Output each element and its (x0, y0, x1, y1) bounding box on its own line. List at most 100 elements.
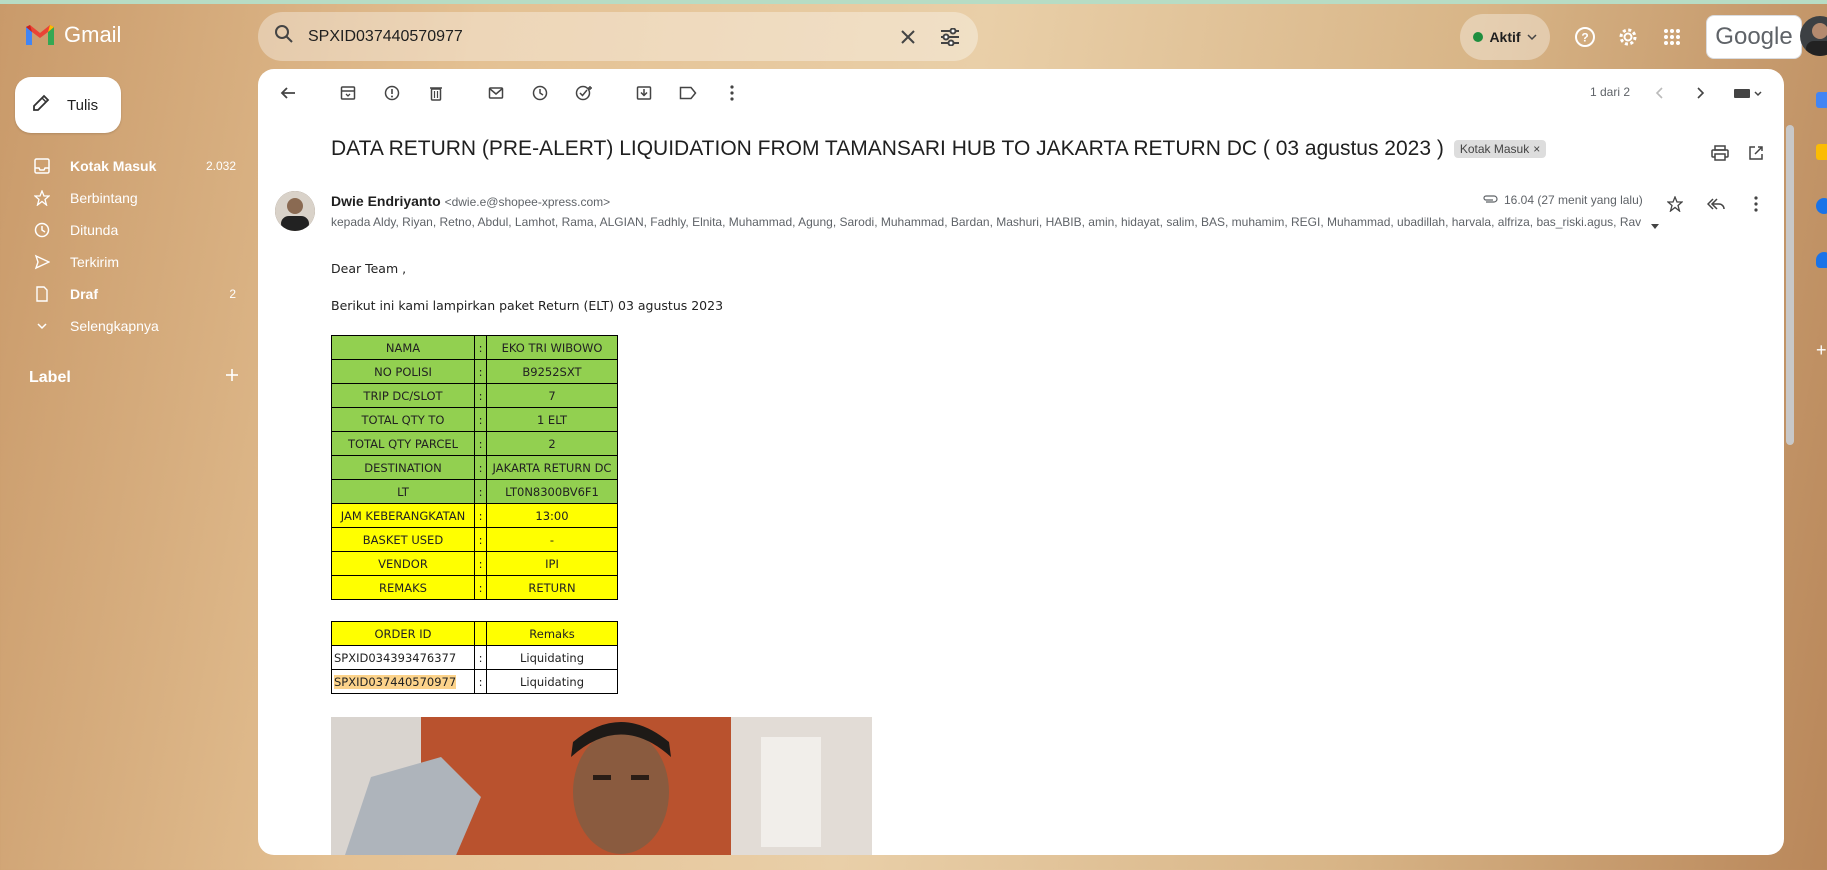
sidebar-item-snoozed[interactable]: Ditunda (0, 214, 250, 246)
apps-grid-icon[interactable] (1660, 25, 1684, 49)
input-tools-keyboard-icon[interactable] (1728, 81, 1768, 105)
table-row: NAMA: EKO TRI WIBOWO (331, 335, 618, 360)
order-id-cell: SPXID034393476377 (331, 645, 475, 670)
chevron-down-icon (1527, 29, 1537, 45)
snooze-clock-icon[interactable] (520, 73, 560, 113)
sidebar-nav: Kotak Masuk 2.032 Berbintang Ditunda Ter… (0, 150, 250, 342)
show-details-caret-icon[interactable] (1650, 218, 1660, 236)
info-value: IPI (486, 551, 618, 576)
calendar-icon[interactable] (1816, 92, 1827, 108)
chevron-down-icon (32, 316, 52, 336)
sender-name[interactable]: Dwie Endriyanto (331, 193, 441, 209)
info-value: 2 (486, 431, 618, 456)
inline-photo[interactable] (331, 717, 872, 855)
info-value: EKO TRI WIBOWO (486, 335, 618, 360)
remove-label-icon[interactable]: × (1533, 142, 1540, 156)
info-key: VENDOR (331, 551, 475, 576)
sidebar-item-label: Ditunda (70, 222, 119, 238)
table-row: JAM KEBERANGKATAN:13:00 (331, 503, 618, 528)
sidebar-item-label: Kotak Masuk (70, 158, 157, 174)
info-value: 13:00 (486, 503, 618, 528)
add-label-icon[interactable] (225, 368, 239, 387)
search-icon[interactable] (274, 24, 294, 49)
gmail-logo[interactable]: Gmail (24, 22, 121, 48)
report-spam-icon[interactable] (372, 73, 412, 113)
settings-gear-icon[interactable] (1616, 25, 1640, 49)
order-id: SPXID034393476377 (334, 650, 457, 665)
info-sep: : (474, 503, 487, 528)
svg-text:?: ? (1581, 31, 1588, 45)
message-more-icon[interactable] (1744, 192, 1768, 216)
greeting: Dear Team , (331, 261, 407, 276)
order-sep: : (474, 669, 487, 694)
delete-trash-icon[interactable] (416, 73, 456, 113)
order-sep: : (474, 645, 487, 670)
sender-email: <dwie.e@shopee-xpress.com> (444, 195, 611, 209)
account-avatar[interactable] (1800, 16, 1827, 56)
google-account-badge[interactable]: Google (1706, 15, 1802, 59)
gmail-m-icon (24, 23, 56, 47)
clock-icon (32, 220, 52, 240)
sidebar-item-count: 2.032 (205, 159, 236, 173)
more-options-icon[interactable] (712, 73, 752, 113)
label-tag-icon[interactable] (668, 73, 708, 113)
print-icon[interactable] (1708, 141, 1732, 165)
info-value: - (486, 527, 618, 552)
add-task-icon[interactable] (564, 73, 604, 113)
info-sep: : (474, 383, 487, 408)
email-body: Dear Team , Berikut ini kami lampirkan p… (331, 261, 723, 694)
sidebar-item-drafts[interactable]: Draf 2 (0, 278, 250, 310)
sidebar-item-sent[interactable]: Terkirim (0, 246, 250, 278)
info-key: NO POLISI (331, 359, 475, 384)
keep-icon[interactable] (1816, 144, 1827, 160)
sidebar-item-label: Draf (70, 286, 99, 302)
info-sep: : (474, 479, 487, 504)
order-id-table: ORDER ID Remaks SPXID034393476377 : Liqu… (331, 621, 618, 694)
star-icon[interactable] (1663, 192, 1687, 216)
order-remark: Liquidating (486, 645, 618, 670)
send-icon (32, 252, 52, 272)
inbox-icon (32, 156, 52, 176)
info-key: DESTINATION (331, 455, 475, 480)
help-icon[interactable]: ? (1573, 25, 1597, 49)
back-arrow-icon[interactable] (268, 73, 308, 113)
sender-info: Dwie Endriyanto <dwie.e@shopee-xpress.co… (331, 193, 610, 209)
info-key: REMAKS (331, 575, 475, 600)
info-value: 7 (486, 383, 618, 408)
order-id-cell: SPXID037440570977 (331, 669, 475, 694)
sidebar-item-inbox[interactable]: Kotak Masuk 2.032 (0, 150, 250, 182)
search-options-icon[interactable] (938, 25, 962, 49)
info-key: TRIP DC/SLOT (331, 383, 475, 408)
search-input[interactable]: SPXID037440570977 (308, 28, 878, 46)
sidebar-item-starred[interactable]: Berbintang (0, 182, 250, 214)
intro-text: Berikut ini kami lampirkan paket Return … (331, 298, 724, 313)
inbox-label-chip[interactable]: Kotak Masuk × (1453, 140, 1547, 158)
compose-button[interactable]: Tulis (15, 77, 121, 133)
info-sep: : (474, 407, 487, 432)
reply-all-icon[interactable] (1704, 192, 1728, 216)
sidebar-item-more[interactable]: Selengkapnya (0, 310, 250, 342)
mark-unread-icon[interactable] (476, 73, 516, 113)
pagination-text: 1 dari 2 (1590, 85, 1631, 99)
info-key: NAMA (331, 335, 475, 360)
search-bar[interactable]: SPXID037440570977 (258, 12, 978, 61)
attachment-paperclip-icon (1482, 193, 1498, 207)
open-new-window-icon[interactable] (1744, 141, 1768, 165)
newer-chevron-left-icon[interactable] (1648, 81, 1672, 105)
sender-avatar[interactable] (275, 191, 315, 231)
table-row: SPXID034393476377 : Liquidating (331, 645, 618, 670)
contacts-icon[interactable] (1816, 252, 1827, 268)
add-addon-icon[interactable]: + (1816, 341, 1827, 359)
gmail-wordmark: Gmail (64, 22, 122, 47)
table-row: LT: LT0N8300BV6F1 (331, 479, 618, 504)
info-value: LT0N8300BV6F1 (486, 479, 618, 504)
status-dropdown[interactable]: Aktif (1460, 14, 1550, 60)
move-to-icon[interactable] (624, 73, 664, 113)
star-icon (32, 188, 52, 208)
clear-search-icon[interactable] (896, 25, 920, 49)
archive-icon[interactable] (328, 73, 368, 113)
email-scrollbar-thumb[interactable] (1786, 125, 1794, 445)
older-chevron-right-icon[interactable] (1688, 81, 1712, 105)
tasks-icon[interactable] (1816, 198, 1827, 214)
column-header (474, 621, 487, 646)
